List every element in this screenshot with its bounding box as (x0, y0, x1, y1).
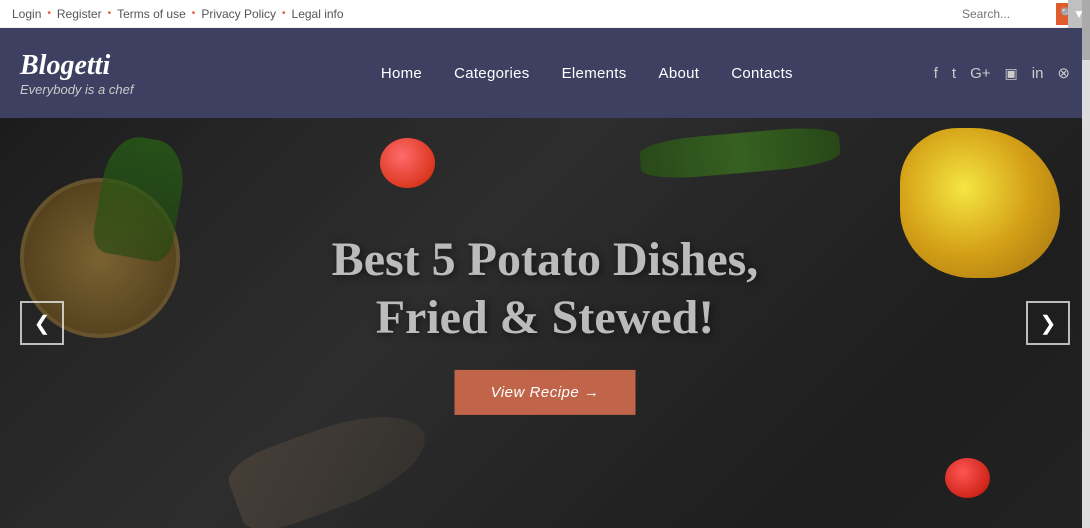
search-input[interactable] (962, 7, 1052, 21)
terms-link[interactable]: Terms of use (117, 7, 186, 21)
tomato1-decoration (380, 138, 435, 188)
tomato2-decoration (945, 458, 990, 498)
register-link[interactable]: Register (57, 7, 102, 21)
instagram-symbol: ▣ (1005, 65, 1018, 81)
hero-section: Best 5 Potato Dishes, Fried & Stewed! Vi… (0, 118, 1090, 528)
social-icons: f t G+ ▣ in ⊗ (934, 64, 1070, 82)
linkedin-icon[interactable]: in (1032, 65, 1044, 82)
legal-link[interactable]: Legal info (292, 7, 344, 21)
logo-tagline: Everybody is a chef (20, 82, 240, 97)
view-recipe-button[interactable]: View Recipe → (455, 370, 636, 415)
facebook-icon[interactable]: f (934, 65, 938, 82)
logo-title[interactable]: Blogetti (20, 50, 240, 82)
slider-next-button[interactable]: ❯ (1026, 301, 1070, 345)
nav-contacts[interactable]: Contacts (731, 65, 793, 82)
top-links: Login • Register • Terms of use • Privac… (12, 7, 962, 21)
slider-prev-button[interactable]: ❮ (20, 301, 64, 345)
nav-categories[interactable]: Categories (454, 65, 530, 82)
dot1: • (47, 8, 51, 19)
top-bar: Login • Register • Terms of use • Privac… (0, 0, 1090, 28)
nav-home[interactable]: Home (381, 65, 422, 82)
other-symbol: ⊗ (1057, 65, 1070, 82)
dot3: • (192, 8, 196, 19)
twitter-icon[interactable]: t (952, 65, 956, 82)
dot4: • (282, 8, 286, 19)
hero-content: Best 5 Potato Dishes, Fried & Stewed! Vi… (273, 231, 818, 415)
nav-about[interactable]: About (659, 65, 700, 82)
login-link[interactable]: Login (12, 7, 41, 21)
search-area: 🔍 (962, 3, 1078, 25)
main-nav: Home Categories Elements About Contacts (240, 65, 934, 82)
googleplus-icon[interactable]: G+ (970, 65, 990, 82)
logo-area: Blogetti Everybody is a chef (20, 50, 240, 97)
instagram-icon[interactable]: ▣ (1005, 65, 1018, 82)
nav-elements[interactable]: Elements (562, 65, 627, 82)
dot2: • (108, 8, 112, 19)
scrollbar-thumb[interactable] (1082, 0, 1090, 60)
other-icon[interactable]: ⊗ (1057, 64, 1070, 82)
header: Blogetti Everybody is a chef Home Catego… (0, 28, 1090, 118)
scrollbar[interactable] (1082, 0, 1090, 528)
privacy-link[interactable]: Privacy Policy (201, 7, 276, 21)
hero-title: Best 5 Potato Dishes, Fried & Stewed! (273, 231, 818, 346)
